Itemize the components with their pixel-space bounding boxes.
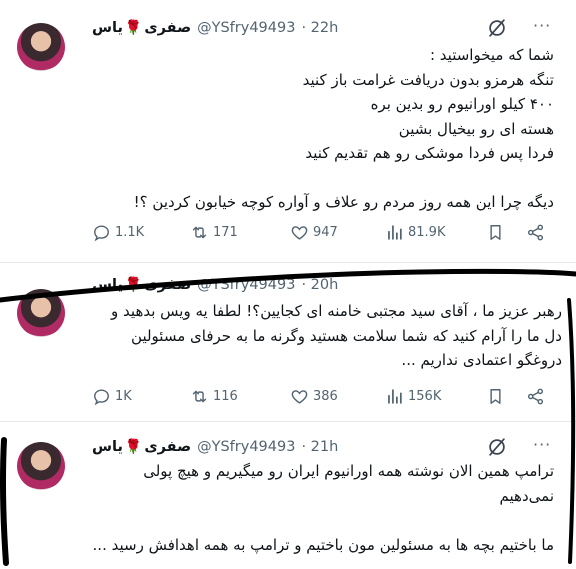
display-name[interactable]: یاس [92,277,123,293]
tweet-header: یاس 🌹 صفری @YSfry49493 · 21h [92,436,338,458]
repost-count: 171 [213,224,238,240]
more-icon[interactable]: ··· [533,16,551,35]
tweet-2[interactable]: یاس 🌹 صفری @YSfry49493 · 20h رهبر عزیز م… [0,263,576,421]
share-icon [526,223,545,242]
user-handle[interactable]: @YSfry49493 [197,439,295,455]
views-icon [385,223,404,242]
rose-icon: 🌹 [124,277,143,293]
reply-button[interactable]: 1.1K [92,220,144,244]
like-count: 386 [313,388,338,404]
avatar[interactable] [17,23,65,71]
tweet-header: یاس 🌹 صفری @YSfry49493 · 22h [92,17,338,39]
reply-count: 1K [115,388,132,404]
tweet-text: شما که میخواستید : تنگه هرمزو بدون دریاف… [133,46,554,211]
views-button[interactable]: 81.9K [385,220,445,244]
tweet-1[interactable]: یاس 🌹 صفری @YSfry49493 · 22h ··· شما که … [0,0,576,262]
reply-icon [92,387,111,406]
grok-icon[interactable] [486,17,508,39]
view-count: 156K [408,388,442,404]
more-icon[interactable]: ··· [533,435,551,454]
bookmark-button[interactable] [486,384,505,408]
timestamp[interactable]: · 21h [301,439,338,455]
tweet-actions: 1.1K 171 947 81.9K [0,220,576,244]
reply-icon [92,223,111,242]
like-button[interactable]: 386 [290,384,338,408]
bookmark-button[interactable] [486,220,505,244]
user-handle[interactable]: @YSfry49493 [197,277,295,293]
tweet-text: رهبر عزیز ما ، آقای سید مجتبی خامنه ای ک… [111,302,562,369]
bookmark-icon [486,387,505,406]
views-button[interactable]: 156K [385,384,441,408]
tweet-header: یاس 🌹 صفری @YSfry49493 · 20h [92,274,338,296]
avatar[interactable] [17,442,65,490]
reply-count: 1.1K [115,224,145,240]
share-button[interactable] [526,384,545,408]
display-name-2[interactable]: صفری [144,277,191,293]
like-icon [290,387,309,406]
rose-icon: 🌹 [124,20,143,36]
repost-count: 116 [213,388,238,404]
views-icon [385,387,404,406]
timestamp[interactable]: · 22h [301,20,338,36]
like-icon [290,223,309,242]
repost-icon [190,223,209,242]
display-name[interactable]: یاس [92,439,123,455]
view-count: 81.9K [408,224,446,240]
display-name-2[interactable]: صفری [144,439,191,455]
tweet-3[interactable]: یاس 🌹 صفری @YSfry49493 · 21h ··· ترامپ ه… [0,422,576,569]
share-button[interactable] [526,220,545,244]
like-count: 947 [313,224,338,240]
rose-icon: 🌹 [124,439,143,455]
timestamp[interactable]: · 20h [301,277,338,293]
bookmark-icon [486,223,505,242]
repost-button[interactable]: 171 [190,220,238,244]
avatar[interactable] [17,289,65,337]
reply-button[interactable]: 1K [92,384,132,408]
user-handle[interactable]: @YSfry49493 [197,20,295,36]
tweet-actions: 1K 116 386 156K [0,384,576,408]
tweet-text: ترامپ همین الان نوشته همه اورانیوم ایران… [92,462,554,554]
display-name-2[interactable]: صفری [144,20,191,36]
grok-icon[interactable] [486,436,508,458]
repost-button[interactable]: 116 [190,384,238,408]
display-name[interactable]: یاس [92,20,123,36]
share-icon [526,387,545,406]
repost-icon [190,387,209,406]
like-button[interactable]: 947 [290,220,338,244]
